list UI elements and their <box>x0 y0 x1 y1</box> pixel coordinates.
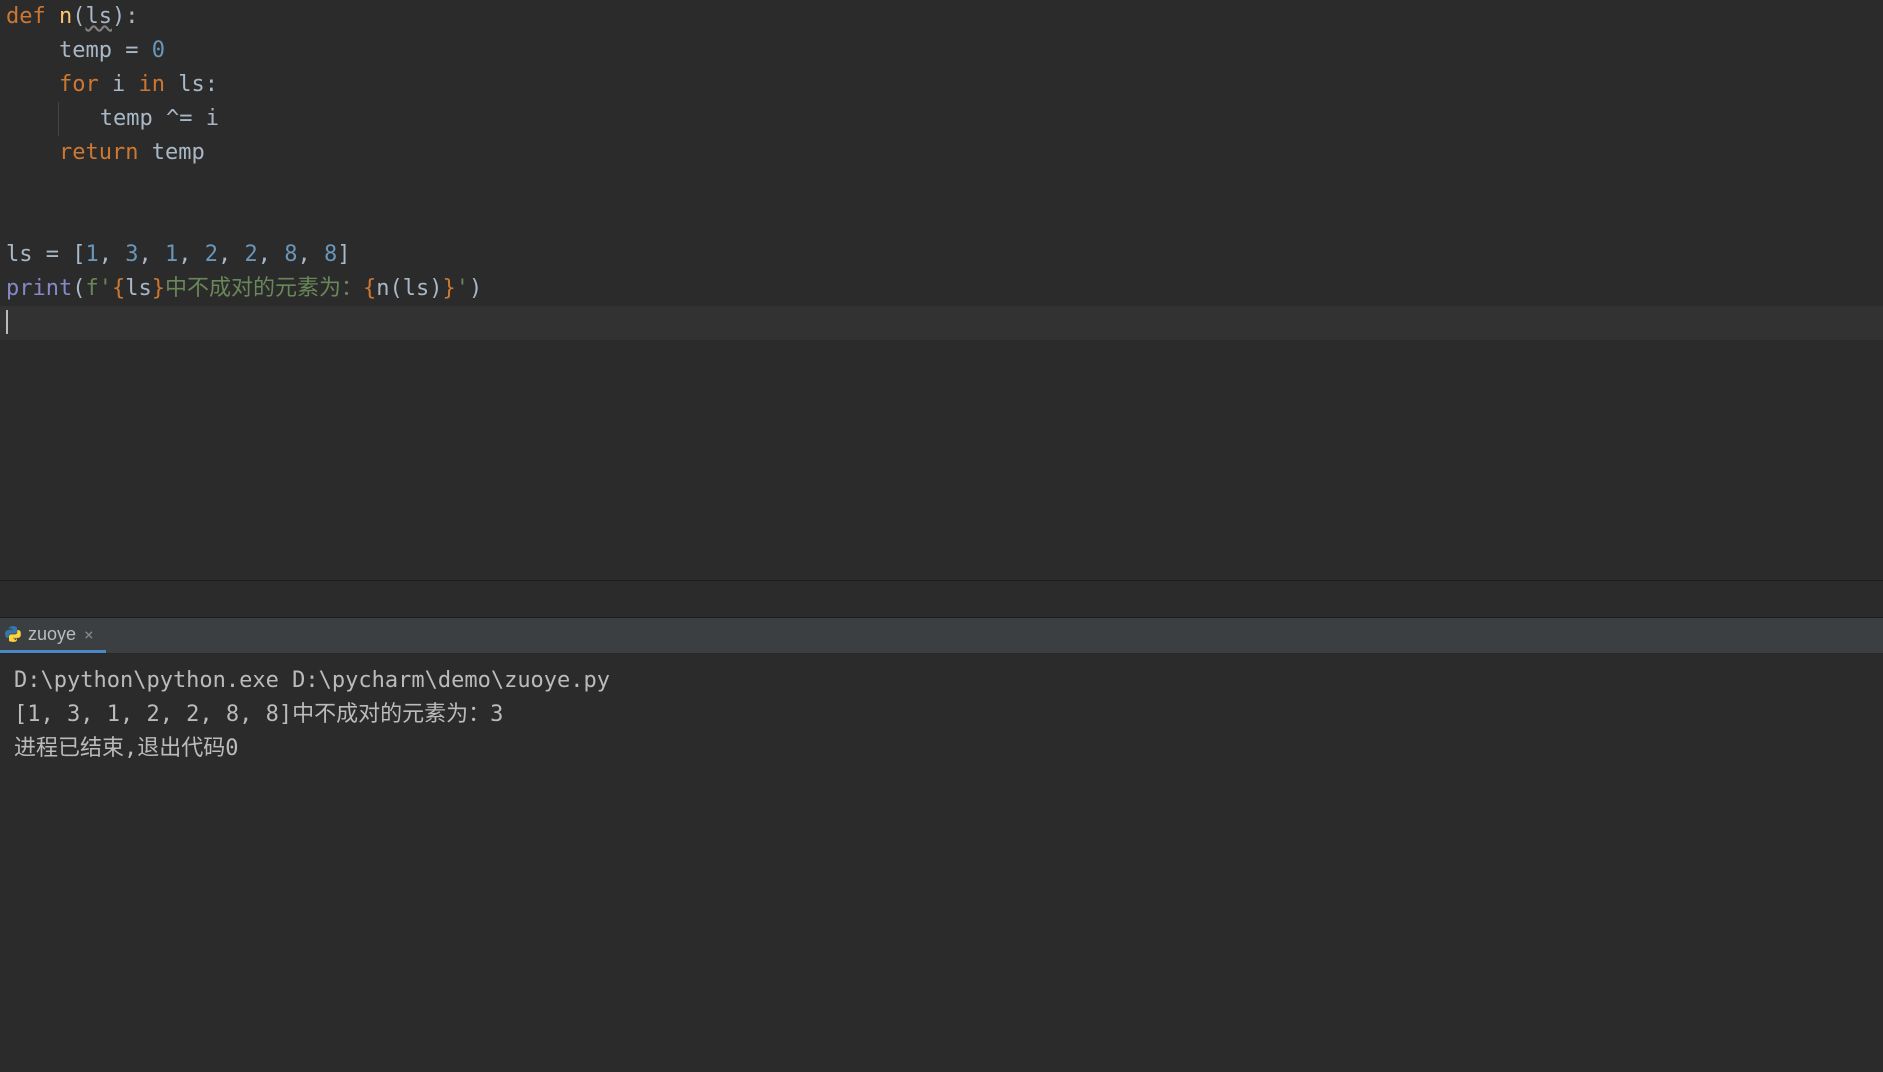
run-tab-zuoye[interactable]: zuoye × <box>0 618 106 653</box>
code-line[interactable]: temp ^= i <box>0 102 1883 136</box>
comma: , <box>178 242 205 267</box>
num: 1 <box>86 242 99 267</box>
console-line: 进程已结束,退出代码0 <box>6 732 1877 766</box>
comma: , <box>258 242 285 267</box>
var-ls: ls <box>125 276 152 301</box>
var-temp: temp <box>100 106 166 131</box>
var-ls: ls <box>6 242 46 267</box>
num: 8 <box>324 242 337 267</box>
paren-open: ( <box>390 276 403 301</box>
string-text: 中不成对的元素为： <box>165 276 363 301</box>
var-ls: ls <box>403 276 430 301</box>
brace-close: } <box>443 276 456 301</box>
text-cursor <box>6 310 8 334</box>
var-ls: ls <box>178 72 205 97</box>
num: 2 <box>205 242 218 267</box>
var-temp: temp <box>59 38 125 63</box>
var-temp: temp <box>152 140 205 165</box>
code-line[interactable]: return temp <box>0 136 1883 170</box>
string-endquote: ' <box>456 276 469 301</box>
brace-open: { <box>112 276 125 301</box>
paren-open: ( <box>72 4 85 29</box>
brace-close: } <box>152 276 165 301</box>
keyword-return: return <box>59 140 152 165</box>
paren-open: ( <box>72 276 85 301</box>
code-line[interactable]: ls = [1, 3, 1, 2, 2, 8, 8] <box>0 238 1883 272</box>
code-editor[interactable]: def n(ls): temp = 0 for i in ls: temp ^=… <box>0 0 1883 580</box>
console-line: D:\python\python.exe D:\pycharm\demo\zuo… <box>6 664 1877 698</box>
brace-open: { <box>363 276 376 301</box>
comma: , <box>298 242 325 267</box>
keyword-for: for <box>59 72 112 97</box>
var-i: i <box>206 106 219 131</box>
num: 1 <box>165 242 178 267</box>
code-line[interactable] <box>0 170 1883 204</box>
op-xoreq: ^= <box>166 106 206 131</box>
builtin-print: print <box>6 276 72 301</box>
fstring-prefix: f' <box>85 276 112 301</box>
run-tab-label: zuoye <box>28 624 76 645</box>
comma: , <box>139 242 166 267</box>
bracket-open: [ <box>72 242 85 267</box>
keyword-def: def <box>6 4 46 29</box>
num: 8 <box>284 242 297 267</box>
colon: : <box>205 72 218 97</box>
paren-close: ) <box>112 4 125 29</box>
code-line[interactable]: def n(ls): <box>0 0 1883 34</box>
code-line[interactable]: for i in ls: <box>0 68 1883 102</box>
comma: , <box>218 242 245 267</box>
close-icon[interactable]: × <box>82 625 96 644</box>
run-tab-bar: zuoye × <box>0 618 1883 654</box>
colon: : <box>125 4 138 29</box>
num-zero: 0 <box>152 38 165 63</box>
op-eq: = <box>125 38 152 63</box>
var-i: i <box>112 72 139 97</box>
keyword-in: in <box>138 72 178 97</box>
fn-call: n <box>376 276 389 301</box>
run-console[interactable]: D:\python\python.exe D:\pycharm\demo\zuo… <box>0 654 1883 776</box>
param-ls: ls <box>86 4 113 29</box>
python-icon <box>4 625 22 643</box>
code-line-cursor[interactable] <box>0 306 1883 340</box>
paren-close: ) <box>469 276 482 301</box>
num: 3 <box>125 242 138 267</box>
num: 2 <box>245 242 258 267</box>
op-eq: = <box>46 242 73 267</box>
function-name: n <box>59 4 72 29</box>
console-line: [1, 3, 1, 2, 2, 8, 8]中不成对的元素为：3 <box>6 698 1877 732</box>
comma: , <box>99 242 126 267</box>
code-line[interactable]: temp = 0 <box>0 34 1883 68</box>
paren-close: ) <box>429 276 442 301</box>
bracket-close: ] <box>337 242 350 267</box>
code-line[interactable] <box>0 204 1883 238</box>
panel-divider[interactable] <box>0 580 1883 618</box>
code-line[interactable]: print(f'{ls}中不成对的元素为：{n(ls)}') <box>0 272 1883 306</box>
